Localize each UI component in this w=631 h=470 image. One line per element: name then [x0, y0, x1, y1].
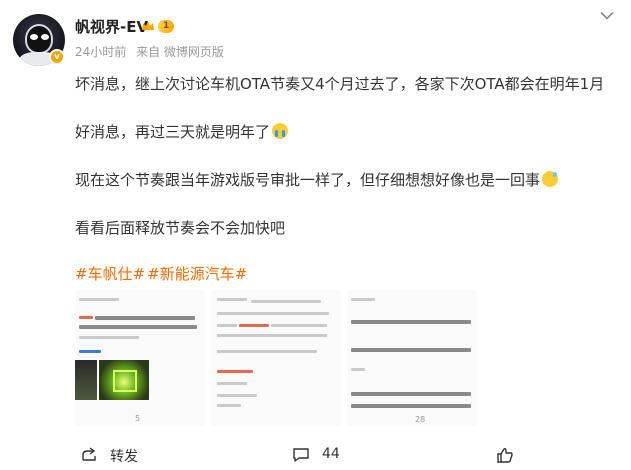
image-1[interactable]: 5: [75, 290, 205, 426]
weibo-post: v 帆视界-EV 1 24小时前 来自 微博网页版 坏消息，继上次讨论车机OTA…: [0, 0, 631, 470]
img-line: [251, 300, 321, 303]
post-meta: 24小时前 来自 微博网页版: [75, 43, 230, 60]
chevron-down-icon[interactable]: [600, 11, 614, 21]
image-3-count: 28: [415, 415, 426, 424]
img-line: [351, 348, 471, 352]
post-source: 来自 微博网页版: [136, 45, 224, 59]
share-icon: [82, 447, 96, 461]
comment-count: 44: [322, 446, 340, 462]
img-line: [351, 404, 471, 408]
post-paragraph-3: 现在这个节奏跟当年游戏版号审批一样了，但仔细想想好像也是一回事: [75, 169, 559, 190]
author-name[interactable]: 帆视界-EV: [75, 16, 148, 37]
img-line: [351, 298, 375, 301]
img-line: [217, 334, 327, 337]
share-label: 转发: [110, 449, 138, 465]
post-paragraph-2-text: 好消息，再过三天就是明年了: [75, 123, 271, 141]
img-line: [79, 350, 101, 353]
img-line: [79, 298, 119, 301]
comment-icon: [293, 448, 309, 462]
avatar-eye-right: [41, 34, 49, 40]
img-line: [351, 368, 365, 371]
img-line: [217, 298, 247, 301]
img-line: [79, 316, 93, 319]
post-time[interactable]: 24小时前: [75, 45, 126, 59]
topic-tags: #车帆仕# #新能源汽车#: [75, 263, 249, 284]
img-line: [217, 370, 253, 373]
image-1-count: 5: [135, 414, 141, 423]
level-badge[interactable]: 1: [158, 20, 175, 33]
post-paragraph-3-text: 现在这个节奏跟当年游戏版号审批一样了，但仔细想想好像也是一回事: [75, 171, 541, 189]
img-line: [239, 324, 269, 327]
post-paragraph-2: 好消息，再过三天就是明年了: [75, 121, 289, 142]
game-screenshot-right: [99, 360, 149, 400]
sweat-smile-emoji: [542, 171, 559, 187]
thumbs-up-icon: [497, 448, 513, 463]
img-line: [95, 316, 195, 320]
img-line: [217, 382, 247, 385]
avatar-face: [25, 24, 53, 54]
img-line: [351, 392, 471, 396]
image-2[interactable]: [211, 290, 341, 426]
img-line: [79, 325, 197, 329]
img-line: [217, 350, 317, 353]
post-paragraph-1: 坏消息，继上次讨论车机OTA节奏又4个月过去了，各家下次OTA都会在明年1月: [75, 75, 605, 93]
game-screenshot-left: [75, 360, 97, 400]
img-line: [217, 312, 329, 315]
img-line: [217, 324, 237, 327]
topic-tag[interactable]: #车帆仕#: [75, 265, 145, 283]
img-line: [217, 394, 257, 397]
topic-tag[interactable]: #新能源汽车#: [147, 265, 247, 283]
img-line: [271, 324, 327, 327]
avatar-eye-left: [30, 34, 38, 40]
level-number: 1: [163, 21, 170, 31]
img-line: [217, 404, 241, 407]
post-paragraph-4: 看看后面释放节奏会不会加快吧: [75, 219, 286, 237]
crying-face-emoji: [272, 123, 289, 139]
v-badge-icon: v: [49, 49, 65, 65]
img-line: [351, 320, 471, 324]
image-3[interactable]: 28: [347, 290, 477, 426]
img-line: [79, 336, 139, 339]
crown-icon: [142, 21, 154, 30]
